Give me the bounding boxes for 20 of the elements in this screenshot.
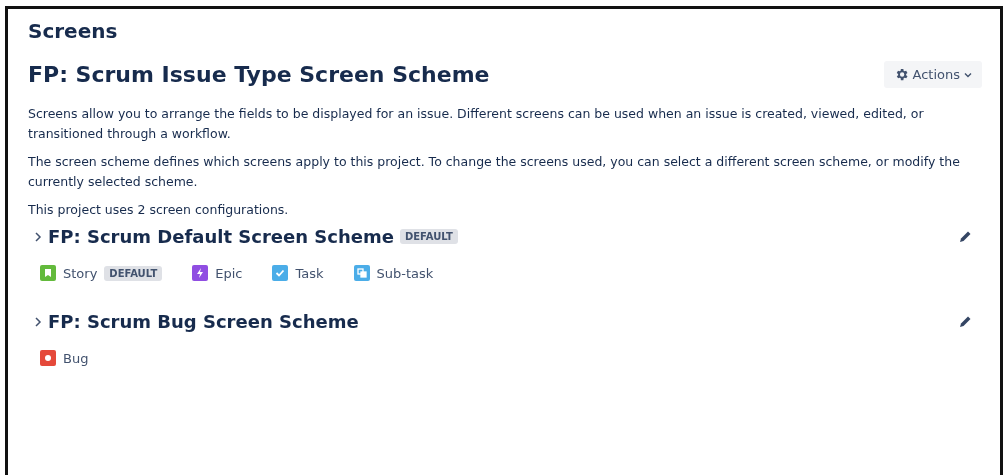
default-lozenge: DEFAULT bbox=[399, 229, 458, 244]
issue-type-name: Bug bbox=[63, 350, 89, 366]
edit-icon[interactable] bbox=[958, 229, 972, 244]
screen-scheme-name: FP: Scrum Bug Screen Scheme bbox=[48, 311, 359, 332]
chevron-icon[interactable] bbox=[34, 316, 42, 327]
page-title: Screens bbox=[28, 19, 119, 43]
scheme-title: FP: Scrum Issue Type Screen Scheme bbox=[28, 62, 490, 87]
issue-type-name: Sub-task bbox=[376, 265, 434, 281]
description-text: The screen scheme defines which screens apply to this project. To change the screens used, you can select a different screen scheme, or modify the currently selected scheme. bbox=[28, 153, 961, 191]
description-text: This project uses 2 screen configurations. bbox=[28, 201, 290, 219]
edit-icon[interactable] bbox=[958, 314, 972, 329]
caret-icon bbox=[964, 71, 972, 78]
default-lozenge: DEFAULT bbox=[104, 265, 163, 281]
description-text: Screens allow you to arrange the fields to be displayed for an issue. Different screens can be used when an issue is created, viewed, edited, or transitioned through a workflow. bbox=[28, 105, 925, 143]
issue-type-name: Story bbox=[63, 265, 98, 281]
actions-button[interactable]: Actions bbox=[883, 61, 982, 88]
issue-type-name: Task bbox=[295, 265, 324, 281]
issue-type-name: Epic bbox=[215, 265, 243, 281]
chevron-icon[interactable] bbox=[34, 231, 42, 242]
screen-scheme-name: FP: Scrum Default Screen Scheme bbox=[48, 226, 394, 247]
